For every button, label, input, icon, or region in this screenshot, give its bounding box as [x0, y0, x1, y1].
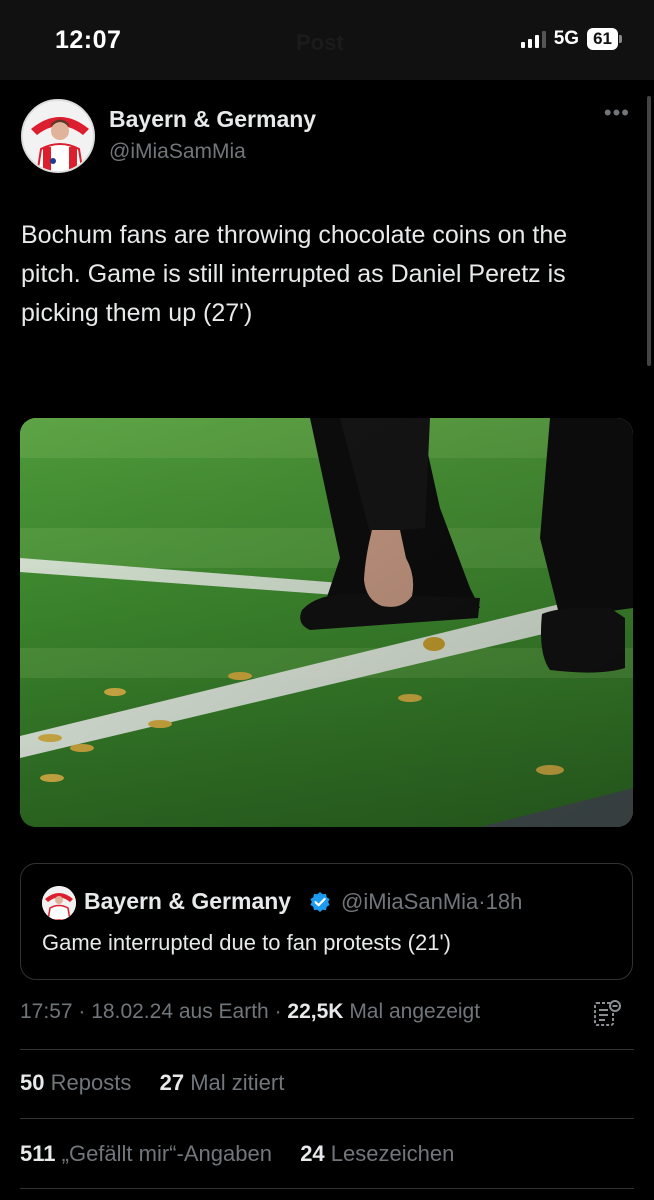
like-stats: 511 „Gefällt mir“-Angaben 24 Lesezeichen [20, 1141, 454, 1167]
post-source: aus Earth [178, 1000, 269, 1023]
status-indicators: 5G 61 [520, 28, 622, 50]
post-text: Bochum fans are throwing chocolate coins… [21, 221, 568, 327]
battery-icon: 61 [587, 28, 622, 50]
quoted-post-age: 18h [485, 889, 523, 914]
author-handle[interactable]: @iMiaSamMia [109, 140, 246, 164]
battery-level: 61 [587, 28, 618, 50]
meta-separator: · [478, 889, 486, 914]
status-bar: 12:07 Post 5G 61 [0, 0, 654, 80]
quoted-author-avatar[interactable] [42, 886, 76, 920]
quoted-author-name[interactable]: Bayern & Germany [84, 888, 291, 915]
verified-badge-icon [310, 892, 330, 912]
author-avatar[interactable] [21, 99, 95, 173]
post-image[interactable] [20, 418, 633, 827]
author-name[interactable]: Bayern & Germany [109, 106, 316, 133]
quoted-post[interactable]: Bayern & Germany @iMiaSanMia·18h Game in… [20, 863, 633, 980]
status-time: 12:07 [55, 26, 122, 54]
quotes-label[interactable]: Mal zitiert [190, 1070, 284, 1095]
likes-label[interactable]: „Gefällt mir“-Angaben [62, 1141, 272, 1166]
post-metadata: 17:57 · 18.02.24 aus Earth · 22,5K Mal a… [20, 1000, 480, 1024]
bookmarks-label[interactable]: Lesezeichen [331, 1141, 455, 1166]
post-time: 17:57 [20, 1000, 73, 1023]
meta-separator: · [78, 1000, 86, 1023]
quotes-count[interactable]: 27 [160, 1070, 184, 1095]
likes-count[interactable]: 511 [20, 1141, 56, 1166]
signal-icon [520, 30, 546, 48]
views-label: Mal angezeigt [349, 1000, 481, 1023]
scrollbar[interactable] [647, 96, 651, 366]
views-count: 22,5K [287, 1000, 344, 1023]
repost-stats: 50 Reposts 27 Mal zitiert [20, 1070, 284, 1096]
quoted-post-text: Game interrupted due to fan protests (21… [42, 930, 451, 955]
bookmarks-count[interactable]: 24 [300, 1141, 324, 1166]
divider [20, 1049, 634, 1050]
reposts-count[interactable]: 50 [20, 1070, 44, 1095]
divider [20, 1118, 634, 1119]
more-options-icon[interactable]: ••• [604, 102, 630, 124]
header-title-faded: Post [296, 30, 344, 55]
quoted-author-handle[interactable]: @iMiaSanMia [341, 889, 478, 914]
quoted-meta: @iMiaSanMia·18h [341, 889, 522, 915]
network-type: 5G [553, 28, 580, 49]
post-date: 18.02.24 [91, 1000, 173, 1023]
divider [20, 1188, 634, 1189]
meta-separator: · [274, 1000, 282, 1023]
analytics-icon[interactable] [592, 998, 622, 1030]
reposts-label[interactable]: Reposts [51, 1070, 132, 1095]
